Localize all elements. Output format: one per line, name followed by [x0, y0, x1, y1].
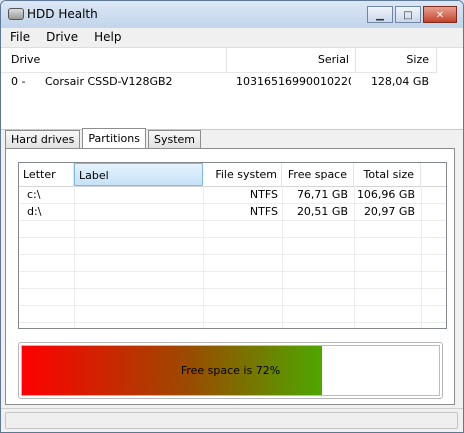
drive-name: Corsair CSSD-V128GB2 — [45, 75, 173, 88]
partition-fs: NTFS — [249, 205, 278, 218]
window-title: HDD Health — [27, 7, 98, 21]
drives-header: Drive Serial Size — [1, 48, 437, 73]
tab-system[interactable]: System — [147, 130, 201, 148]
table-row[interactable]: c:\ NTFS 76,71 GB 106,96 GB — [19, 186, 446, 203]
tab-partitions[interactable]: Partitions — [82, 128, 146, 148]
minimize-button[interactable]: ▁ — [367, 6, 393, 23]
drive-size: 128,04 GB — [370, 75, 429, 88]
drive-serial: 10316516990010220... — [236, 75, 351, 88]
drive-index: 0 - — [11, 75, 26, 88]
partition-fs: NTFS — [249, 188, 278, 201]
menu-bar: File Drive Help — [1, 28, 463, 47]
status-bar — [1, 408, 463, 432]
partitions-panel: Letter Label File system Free space Tota… — [5, 148, 455, 405]
table-row[interactable]: 0 - Corsair CSSD-V128GB2 103165169900102… — [1, 72, 437, 92]
partition-total: 20,97 GB — [363, 205, 415, 218]
drives-header-serial[interactable]: Serial — [226, 48, 349, 72]
title-bar[interactable]: HDD Health ▁ □ ✕ — [1, 1, 463, 29]
header-free-space[interactable]: Free space — [282, 163, 354, 186]
close-button[interactable]: ✕ — [423, 6, 457, 23]
app-window: HDD Health ▁ □ ✕ File Drive Help Drive S… — [0, 0, 464, 433]
maximize-button[interactable]: □ — [395, 6, 421, 23]
menu-drive[interactable]: Drive — [37, 28, 85, 47]
free-space-panel: Free space is 72% — [18, 342, 443, 399]
partitions-list[interactable]: Letter Label File system Free space Tota… — [18, 162, 447, 329]
menu-file[interactable]: File — [1, 28, 37, 47]
partition-letter: d:\ — [27, 205, 42, 218]
header-letter[interactable]: Letter — [19, 163, 74, 186]
partition-total: 106,96 GB — [356, 188, 415, 201]
free-space-label: Free space is 72% — [180, 364, 281, 377]
close-icon: ✕ — [435, 10, 445, 21]
minimize-icon: ▁ — [376, 10, 384, 21]
maximize-icon: □ — [403, 10, 413, 21]
status-field — [5, 412, 458, 429]
hdd-icon — [8, 8, 24, 20]
tab-strip: Hard drives Partitions System — [5, 128, 203, 148]
header-file-system[interactable]: File system — [203, 163, 282, 186]
header-label[interactable]: Label — [74, 163, 203, 186]
menu-help[interactable]: Help — [85, 28, 128, 47]
partitions-header: Letter Label File system Free space Tota… — [19, 163, 446, 187]
partition-free: 20,51 GB — [296, 205, 348, 218]
drives-header-size[interactable]: Size — [355, 48, 429, 72]
header-total-size[interactable]: Total size — [354, 163, 421, 186]
free-space-bar: Free space is 72% — [21, 345, 440, 396]
tab-hard-drives[interactable]: Hard drives — [5, 130, 81, 148]
drives-header-drive[interactable]: Drive — [11, 48, 40, 72]
partition-free: 76,71 GB — [296, 188, 348, 201]
partition-letter: c:\ — [27, 188, 41, 201]
table-row[interactable]: d:\ NTFS 20,51 GB 20,97 GB — [19, 203, 446, 220]
drives-list[interactable]: Drive Serial Size 0 - Corsair CSSD-V128G… — [1, 47, 463, 130]
